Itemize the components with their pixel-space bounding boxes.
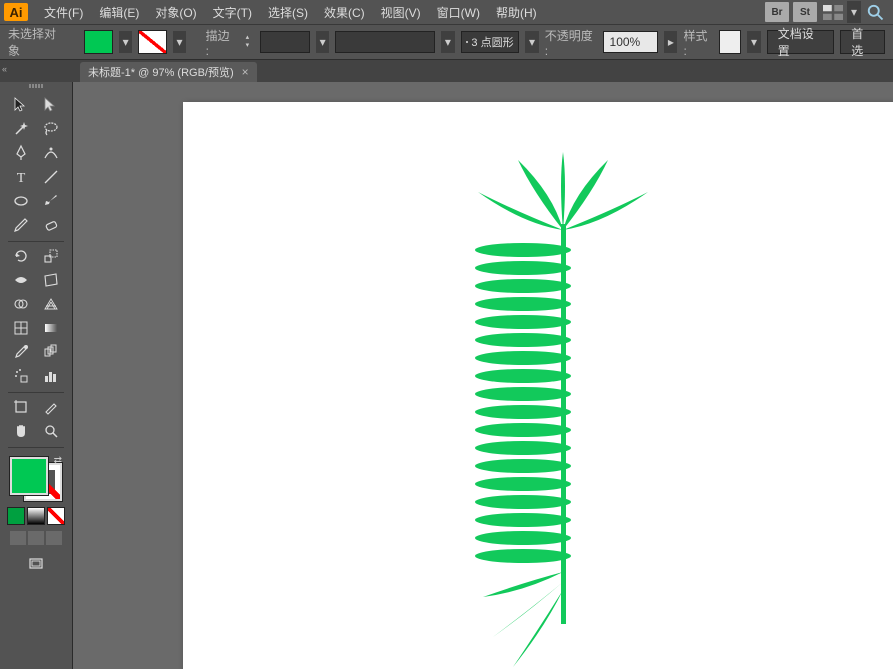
pen-tool[interactable]	[6, 142, 36, 164]
type-tool[interactable]: T	[6, 166, 36, 188]
fill-swatch[interactable]	[84, 30, 113, 54]
artboard	[183, 102, 893, 669]
preferences-button[interactable]: 首选	[840, 30, 885, 54]
opacity-dropdown-icon[interactable]: ▸	[664, 31, 677, 53]
perspective-grid-tool[interactable]	[36, 293, 66, 315]
line-tool[interactable]	[36, 166, 66, 188]
menu-edit[interactable]: 编辑(E)	[91, 0, 147, 24]
menu-window[interactable]: 窗口(W)	[429, 0, 488, 24]
artwork-plant	[463, 152, 663, 669]
magic-wand-tool[interactable]	[6, 118, 36, 140]
stroke-weight-dropdown-icon[interactable]: ▾	[316, 31, 329, 53]
hand-tool[interactable]	[6, 420, 36, 442]
control-bar: 未选择对象 ▾ ▾ 描边 : ▴▾ ▾ ▾ 3 点圆形 ▾ 不透明度 : 100…	[0, 24, 893, 60]
symbol-sprayer-tool[interactable]	[6, 365, 36, 387]
artboard-tool[interactable]	[6, 396, 36, 418]
draw-normal[interactable]	[10, 531, 26, 545]
mesh-tool[interactable]	[6, 317, 36, 339]
menu-bar: Ai 文件(F) 编辑(E) 对象(O) 文字(T) 选择(S) 效果(C) 视…	[0, 0, 893, 24]
draw-inside[interactable]	[46, 531, 62, 545]
search-icon[interactable]	[865, 4, 885, 20]
document-setup-button[interactable]: 文档设置	[767, 30, 835, 54]
pencil-tool[interactable]	[6, 214, 36, 236]
main-area: T	[0, 82, 893, 669]
stroke-weight-input[interactable]	[260, 31, 310, 53]
workspace-switcher-icon[interactable]	[823, 4, 843, 20]
menu-object[interactable]: 对象(O)	[147, 0, 204, 24]
variable-width-dropdown-icon[interactable]: ▾	[441, 31, 454, 53]
style-label: 样式 :	[683, 27, 712, 58]
ellipse-tool[interactable]	[6, 190, 36, 212]
color-mode-gradient[interactable]	[27, 507, 45, 525]
menu-effect[interactable]: 效果(C)	[316, 0, 373, 24]
paintbrush-tool[interactable]	[36, 190, 66, 212]
color-mode-solid[interactable]	[7, 507, 25, 525]
color-mode-none[interactable]	[47, 507, 65, 525]
app-logo: Ai	[4, 3, 28, 21]
slice-tool[interactable]	[36, 396, 66, 418]
menu-file[interactable]: 文件(F)	[36, 0, 91, 24]
rotate-tool[interactable]	[6, 245, 36, 267]
eraser-tool[interactable]	[36, 214, 66, 236]
direct-selection-tool[interactable]	[36, 94, 66, 116]
selection-tool[interactable]	[6, 94, 36, 116]
blend-tool[interactable]	[36, 341, 66, 363]
document-tab[interactable]: 未标题-1* @ 97% (RGB/预览) ×	[80, 62, 257, 82]
draw-behind[interactable]	[28, 531, 44, 545]
fill-color-box[interactable]	[10, 457, 48, 495]
free-transform-tool[interactable]	[36, 269, 66, 291]
column-graph-tool[interactable]	[36, 365, 66, 387]
scale-tool[interactable]	[36, 245, 66, 267]
swap-fill-stroke-icon[interactable]: ⇄	[54, 455, 62, 466]
lasso-tool[interactable]	[36, 118, 66, 140]
menu-type[interactable]: 文字(T)	[205, 0, 260, 24]
stroke-swatch[interactable]	[138, 30, 167, 54]
draw-mode-row	[10, 531, 62, 545]
bridge-button[interactable]: Br	[765, 2, 789, 22]
variable-width-profile[interactable]	[335, 31, 435, 53]
stroke-weight-label: 描边 :	[206, 27, 235, 58]
stroke-dropdown-icon[interactable]: ▾	[173, 31, 186, 53]
menu-select[interactable]: 选择(S)	[260, 0, 316, 24]
menu-view[interactable]: 视图(V)	[373, 0, 429, 24]
document-tab-label: 未标题-1* @ 97% (RGB/预览)	[88, 64, 234, 80]
graphic-style-swatch[interactable]	[719, 30, 742, 54]
fill-stroke-picker[interactable]: ⇄	[8, 455, 64, 503]
curvature-tool[interactable]	[36, 142, 66, 164]
opacity-label: 不透明度 :	[545, 27, 597, 58]
document-tab-bar: 未标题-1* @ 97% (RGB/预览) ×	[0, 60, 893, 83]
menu-help[interactable]: 帮助(H)	[488, 0, 545, 24]
style-dropdown-icon[interactable]: ▾	[747, 31, 760, 53]
eyedropper-tool[interactable]	[6, 341, 36, 363]
zoom-tool[interactable]	[36, 420, 66, 442]
stroke-weight-stepper[interactable]: ▴▾	[241, 32, 254, 52]
width-tool[interactable]	[6, 269, 36, 291]
svg-text:T: T	[17, 171, 26, 186]
gradient-tool[interactable]	[36, 317, 66, 339]
toolbox-grip-icon[interactable]	[16, 84, 56, 90]
close-tab-icon[interactable]: ×	[242, 65, 249, 79]
tab-bar-handle-icon[interactable]: «	[2, 64, 12, 74]
fill-dropdown-icon[interactable]: ▾	[119, 31, 132, 53]
selection-status: 未选择对象	[8, 25, 65, 59]
toolbox: T	[0, 82, 73, 669]
brush-dropdown-icon[interactable]: ▾	[525, 31, 538, 53]
shape-builder-tool[interactable]	[6, 293, 36, 315]
screen-mode-button[interactable]	[21, 553, 51, 575]
workspace-dropdown-icon[interactable]: ▾	[847, 1, 861, 23]
canvas-area[interactable]	[73, 82, 893, 669]
color-mode-row	[7, 507, 65, 525]
brush-definition[interactable]: 3 点圆形	[461, 31, 520, 53]
opacity-input[interactable]: 100%	[603, 31, 659, 53]
stock-button[interactable]: St	[793, 2, 817, 22]
